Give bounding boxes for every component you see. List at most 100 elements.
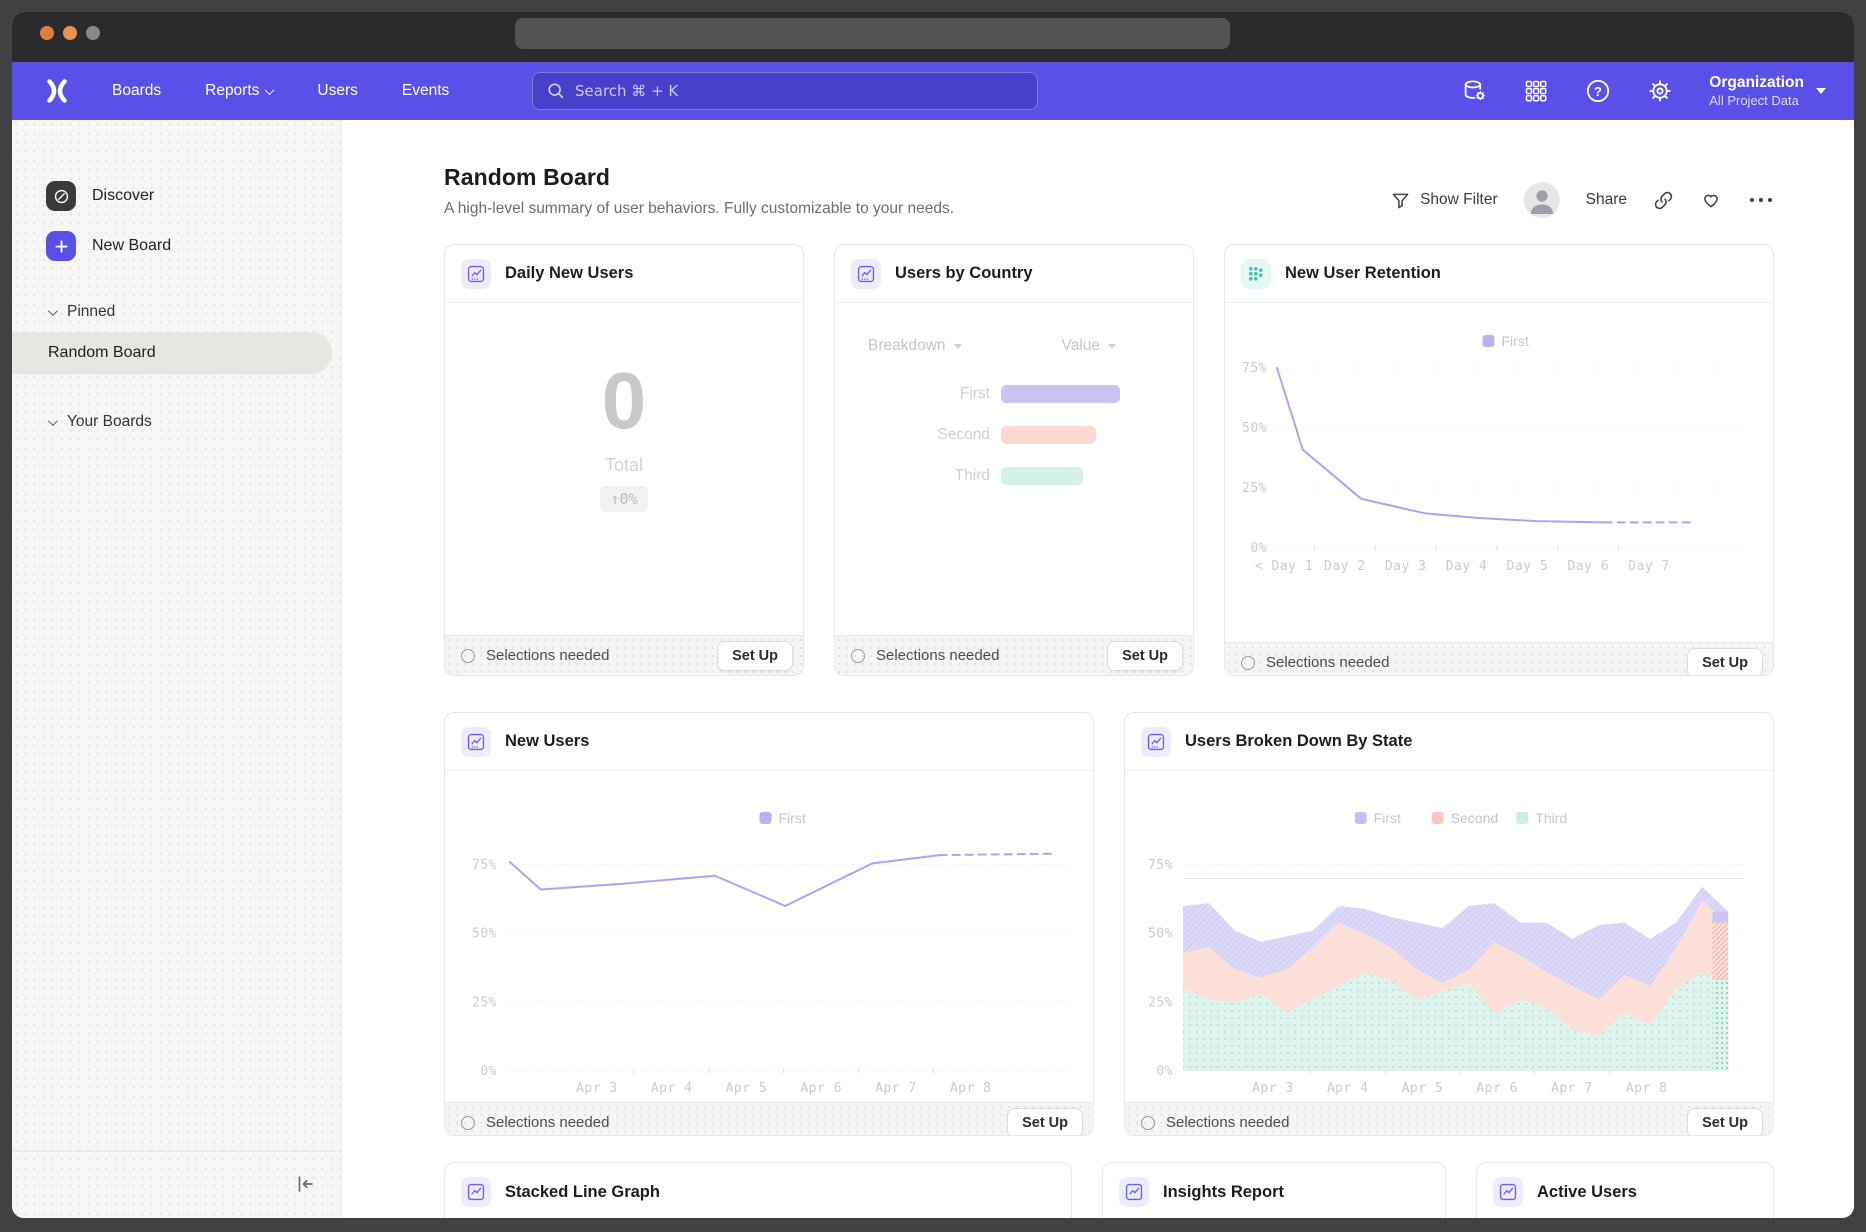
svg-text:Apr 3: Apr 3 (1252, 1081, 1294, 1096)
svg-text:Apr 5: Apr 5 (1402, 1081, 1444, 1096)
share-button[interactable]: Share (1586, 191, 1627, 209)
card-title: Users by Country (895, 264, 1033, 283)
sidebar-item-discover[interactable]: Discover (12, 178, 341, 214)
window-minimize-button[interactable] (63, 26, 77, 40)
line-chart-icon (1141, 727, 1171, 757)
nav-item-boards[interactable]: Boards (112, 82, 161, 100)
sidebar-item-label: New Board (92, 237, 171, 255)
nav-item-label: Users (317, 82, 357, 100)
global-search[interactable] (532, 72, 1038, 110)
window-close-button[interactable] (40, 26, 54, 40)
search-input[interactable] (575, 82, 1023, 100)
svg-text:First: First (1374, 810, 1401, 826)
apps-grid-icon[interactable] (1523, 78, 1549, 104)
set-up-button[interactable]: Set Up (717, 641, 793, 671)
svg-text:Day 6: Day 6 (1567, 559, 1609, 574)
card-users-by-state: Users Broken Down By State 0%25%50%75%Ap… (1124, 712, 1774, 1136)
favorite-button[interactable] (1700, 189, 1722, 211)
card-header: Users by Country (835, 245, 1193, 303)
svg-text:Second: Second (1451, 810, 1498, 826)
heart-icon (1700, 189, 1722, 211)
bar-label: Second (835, 426, 990, 444)
sidebar-item-new-board[interactable]: New Board (12, 228, 341, 264)
new-users-chart: 0%25%50%75%Apr 3Apr 4Apr 5Apr 6Apr 7Apr … (445, 771, 1093, 1102)
sidebar-section-your-boards[interactable]: Your Boards (12, 408, 341, 436)
screen: Boards Reports Users Events (0, 0, 1866, 1232)
card-daily-new-users: Daily New Users 0 Total ↑0% Selections n… (444, 244, 804, 676)
set-up-button[interactable]: Set Up (1687, 648, 1763, 677)
card-footer: Selections needed Set Up (1125, 1102, 1773, 1136)
bar-label: First (835, 385, 990, 403)
sidebar-section-pinned[interactable]: Pinned (12, 298, 341, 326)
traffic-lights (40, 26, 100, 40)
card-insights-report: Insights Report (1102, 1162, 1446, 1218)
status-text: Selections needed (486, 647, 609, 664)
collapse-sidebar-icon[interactable] (293, 1172, 317, 1196)
more-options-button[interactable] (1748, 195, 1774, 205)
card-title: Insights Report (1163, 1183, 1284, 1202)
window-zoom-button[interactable] (86, 26, 100, 40)
set-up-button[interactable]: Set Up (1687, 1108, 1763, 1137)
nav-item-reports[interactable]: Reports (205, 82, 273, 100)
line-chart-icon (461, 1177, 491, 1207)
help-icon[interactable]: ? (1585, 78, 1611, 104)
card-header: Active Users (1477, 1163, 1773, 1218)
svg-text:< Day 1: < Day 1 (1255, 559, 1313, 574)
sidebar-item-label: Discover (92, 187, 154, 205)
line-chart-icon (1119, 1177, 1149, 1207)
sidebar-item-label: Random Board (48, 344, 156, 362)
settings-gear-icon[interactable] (1647, 78, 1673, 104)
card-footer: Selections needed Set Up (445, 635, 803, 675)
radio-circle-icon (461, 1116, 475, 1130)
svg-text:50%: 50% (472, 927, 497, 942)
svg-text:25%: 25% (1148, 995, 1173, 1010)
browser-url-bar[interactable] (515, 18, 1230, 49)
svg-text:0%: 0% (1156, 1064, 1173, 1079)
stacked-area-chart: 0%25%50%75%Apr 3Apr 4Apr 5Apr 6Apr 7Apr … (1125, 771, 1773, 1097)
line-chart-icon (851, 259, 881, 289)
status-text: Selections needed (1166, 1114, 1289, 1131)
show-filter-button[interactable]: Show Filter (1391, 191, 1498, 210)
bar (1001, 426, 1096, 444)
copy-link-button[interactable] (1653, 190, 1674, 211)
chevron-down-icon (1108, 344, 1116, 349)
svg-text:25%: 25% (1242, 481, 1267, 496)
avatar[interactable] (1524, 182, 1560, 218)
svg-text:Apr 8: Apr 8 (1626, 1081, 1668, 1096)
svg-text:Day 2: Day 2 (1324, 559, 1366, 574)
compass-icon (46, 181, 76, 211)
card-title: Active Users (1537, 1183, 1637, 1202)
org-switcher[interactable]: Organization All Project Data (1709, 73, 1826, 109)
radio-circle-icon (1241, 656, 1255, 670)
svg-text:Third: Third (1535, 810, 1567, 826)
value-dropdown[interactable]: Value (1062, 337, 1117, 355)
mixpanel-logo-icon[interactable] (44, 78, 70, 104)
set-up-button[interactable]: Set Up (1107, 641, 1183, 671)
line-chart-icon (461, 259, 491, 289)
card-header: New User Retention (1225, 245, 1773, 303)
radio-circle-icon (461, 649, 475, 663)
data-management-icon[interactable] (1461, 78, 1487, 104)
line-chart-icon (461, 727, 491, 757)
nav-item-users[interactable]: Users (317, 82, 357, 100)
breakdown-dropdown[interactable]: Breakdown (868, 337, 962, 355)
nav-item-events[interactable]: Events (402, 82, 449, 100)
card-title: Stacked Line Graph (505, 1183, 660, 1202)
svg-text:Apr 4: Apr 4 (1327, 1081, 1369, 1096)
chevron-down-icon (265, 85, 275, 95)
set-up-button[interactable]: Set Up (1007, 1108, 1083, 1137)
bar-label: Third (835, 467, 990, 485)
svg-text:75%: 75% (1148, 858, 1173, 873)
more-options-icon (1748, 195, 1774, 205)
svg-text:0%: 0% (1250, 541, 1267, 556)
org-project: All Project Data (1709, 93, 1804, 109)
sidebar-item-random-board[interactable]: Random Board (12, 332, 332, 374)
link-icon (1653, 190, 1674, 211)
retention-grid-icon (1241, 259, 1271, 289)
cards-row-3: Stacked Line Graph Insights Report (444, 1162, 1774, 1218)
bar-row: First (835, 385, 1193, 403)
svg-text:Apr 3: Apr 3 (576, 1081, 618, 1096)
card-stacked-line-graph: Stacked Line Graph (444, 1162, 1072, 1218)
card-active-users: Active Users (1476, 1162, 1774, 1218)
svg-text:First: First (1502, 333, 1529, 349)
